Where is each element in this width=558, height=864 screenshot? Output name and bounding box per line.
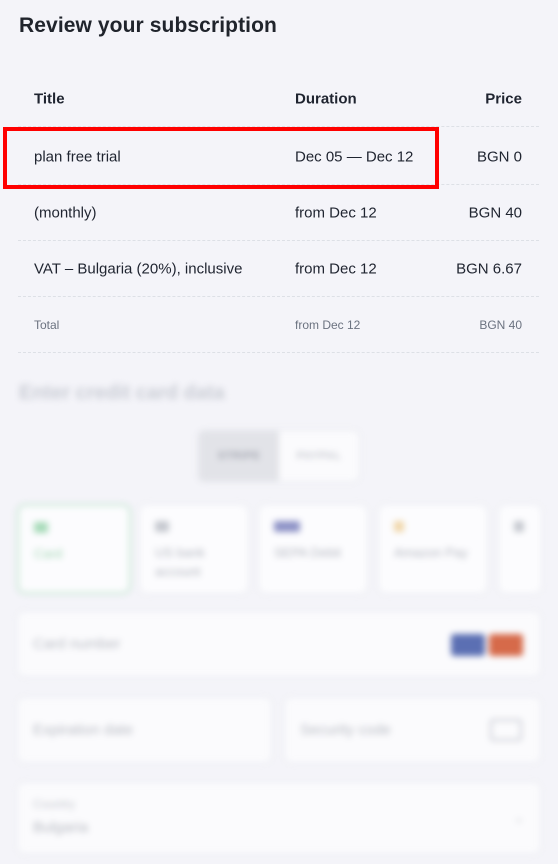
provider-toggle: STRIPE PAYPAL (198, 430, 360, 482)
total-duration: from Dec 12 (295, 317, 361, 332)
table-header: Title Duration Price (18, 71, 539, 127)
payment-method-label: Amazon Pay (394, 545, 468, 560)
tab-paypal[interactable]: PAYPAL (279, 431, 359, 481)
highlight-box (3, 127, 439, 189)
bank-icon (155, 521, 169, 532)
credit-card-icon (34, 522, 48, 533)
payment-heading: Enter credit card data (19, 382, 225, 404)
visa-icon (451, 634, 485, 656)
more-methods-icon (514, 521, 524, 532)
row-price: BGN 6.67 (456, 260, 522, 277)
total-price: BGN 40 (479, 317, 522, 332)
expiration-placeholder: Expiration date (33, 721, 134, 739)
payment-method-label: US bank account (155, 545, 205, 579)
country-label: Country (33, 797, 76, 811)
column-header-price: Price (485, 90, 522, 107)
card-number-placeholder: Card number (33, 635, 121, 653)
payment-method-more[interactable] (498, 504, 542, 594)
expiration-date-field[interactable]: Expiration date (17, 697, 272, 763)
page-title: Review your subscription (19, 14, 277, 37)
country-value: Bulgaria (33, 819, 89, 836)
table-row: (monthly) from Dec 12 BGN 40 (18, 185, 539, 241)
chevron-down-icon: ⌄ (513, 811, 524, 825)
row-duration: from Dec 12 (295, 260, 377, 277)
security-code-placeholder: Security code (300, 721, 391, 739)
mastercard-icon (489, 634, 523, 656)
payment-method-amazon-pay[interactable]: Amazon Pay (378, 504, 488, 594)
row-price: BGN 0 (476, 148, 522, 165)
row-title: (monthly) (34, 204, 97, 221)
country-select[interactable]: Country Bulgaria ⌄ (17, 782, 541, 854)
table-total-row: Total from Dec 12 BGN 40 (18, 297, 539, 353)
amazon-pay-icon (394, 521, 404, 532)
cvc-icon (490, 719, 522, 741)
column-header-duration: Duration (295, 90, 357, 107)
sepa-icon (274, 521, 300, 532)
column-header-title: Title (34, 90, 65, 107)
subscription-review-page: Review your subscription Title Duration … (0, 0, 558, 864)
payment-method-us-bank[interactable]: US bank account (139, 504, 249, 594)
payment-method-sepa[interactable]: SEPA Debit (258, 504, 368, 594)
tab-stripe[interactable]: STRIPE (199, 431, 279, 481)
row-title: VAT – Bulgaria (20%), inclusive (34, 260, 243, 277)
payment-method-card[interactable]: Card (17, 504, 131, 594)
payment-method-label: SEPA Debit (274, 545, 341, 560)
row-price: BGN 40 (468, 204, 522, 221)
table-row: VAT – Bulgaria (20%), inclusive from Dec… (18, 241, 539, 297)
payment-method-label: Card (34, 546, 63, 561)
payment-section: Enter credit card data STRIPE PAYPAL Car… (0, 370, 558, 864)
row-duration: from Dec 12 (295, 204, 377, 221)
total-label: Total (34, 317, 60, 332)
